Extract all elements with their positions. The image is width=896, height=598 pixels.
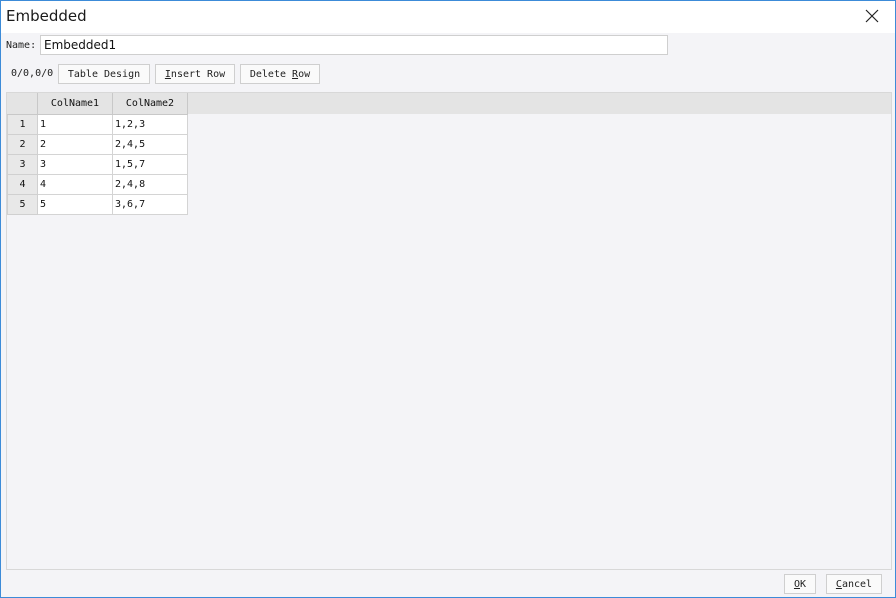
- insert-row-label: nsert Row: [170, 68, 226, 80]
- ok-button[interactable]: OK: [784, 574, 816, 594]
- name-label: Name:: [6, 40, 37, 51]
- table-cell[interactable]: 2,4,5: [112, 133, 188, 155]
- table-cell[interactable]: 1: [37, 113, 113, 135]
- table-row[interactable]: 5 5 3,6,7: [7, 193, 188, 215]
- window-title: Embedded: [6, 7, 87, 25]
- row-number[interactable]: 4: [7, 173, 38, 195]
- column-header-1[interactable]: ColName1: [37, 93, 113, 115]
- corner-cell[interactable]: [7, 93, 38, 115]
- table-row[interactable]: 3 3 1,5,7: [7, 153, 188, 175]
- table-row[interactable]: 2 2 2,4,5: [7, 133, 188, 155]
- table-cell[interactable]: 3,6,7: [112, 193, 188, 215]
- table-cell[interactable]: 5: [37, 193, 113, 215]
- close-icon: [865, 8, 879, 27]
- cancel-label: ancel: [841, 578, 873, 590]
- delete-row-button[interactable]: Delete Row: [240, 64, 320, 84]
- delete-row-label-start: Delete: [249, 68, 293, 80]
- table-cell[interactable]: 3: [37, 153, 113, 175]
- table-cell[interactable]: 4: [37, 173, 113, 195]
- row-number[interactable]: 1: [7, 113, 38, 135]
- row-number[interactable]: 5: [7, 193, 38, 215]
- table-cell[interactable]: 2,4,8: [112, 173, 188, 195]
- grid-table: ColName1 ColName2 1 1 1,2,3 2 2 2,4,5 3 …: [7, 93, 188, 215]
- title-bar[interactable]: Embedded: [1, 1, 895, 33]
- table-cell[interactable]: 1,5,7: [112, 153, 188, 175]
- header-row: ColName1 ColName2: [7, 93, 188, 115]
- table-row[interactable]: 1 1 1,2,3: [7, 113, 188, 135]
- name-input[interactable]: [40, 35, 668, 55]
- insert-row-button[interactable]: Insert Row: [155, 64, 235, 84]
- column-header-2[interactable]: ColName2: [112, 93, 188, 115]
- table-design-label: Table Design: [67, 68, 141, 80]
- embedded-dialog: Embedded Name: 0/0,0/0 Table Design Inse…: [0, 0, 896, 598]
- table-cell[interactable]: 1,2,3: [112, 113, 188, 135]
- cancel-button[interactable]: Cancel: [826, 574, 882, 594]
- row-number[interactable]: 2: [7, 133, 38, 155]
- data-grid[interactable]: ColName1 ColName2 1 1 1,2,3 2 2 2,4,5 3 …: [6, 92, 892, 570]
- ok-label: K: [800, 578, 807, 590]
- cursor-position: 0/0,0/0: [11, 68, 54, 79]
- table-design-button[interactable]: Table Design: [58, 64, 150, 84]
- row-number[interactable]: 3: [7, 153, 38, 175]
- table-row[interactable]: 4 4 2,4,8: [7, 173, 188, 195]
- table-cell[interactable]: 2: [37, 133, 113, 155]
- delete-row-label-end: ow: [298, 68, 311, 80]
- close-button[interactable]: [849, 1, 895, 33]
